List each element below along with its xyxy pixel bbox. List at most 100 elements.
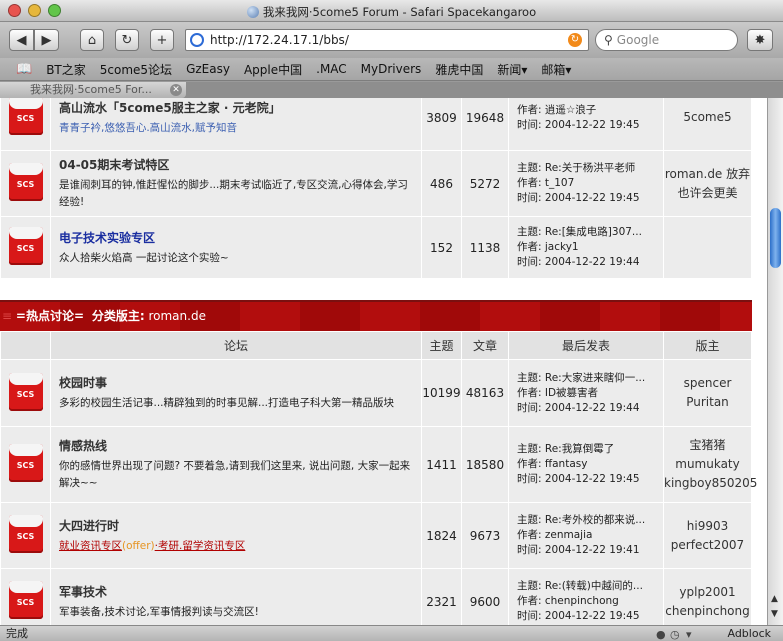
- bookmark-mail-menu[interactable]: 邮箱▾: [541, 61, 571, 78]
- address-bar[interactable]: http://172.24.17.1/bbs/ ↻: [185, 29, 589, 51]
- adblock-label[interactable]: Adblock: [727, 626, 771, 641]
- last-post-author[interactable]: 作者: t_107: [517, 176, 663, 191]
- table-row: SCS 电子技术实验专区 众人拾柴火焰高 一起讨论这个实验~ 152 1138 …: [0, 216, 752, 279]
- forum-icon[interactable]: SCS: [8, 515, 43, 553]
- forum-icon[interactable]: SCS: [8, 372, 43, 411]
- reload-button[interactable]: ↻: [115, 29, 139, 51]
- bookmarks-book-icon[interactable]: 📖: [16, 62, 32, 77]
- last-post-cell: 主题: Re:我算倒霉了 作者: ffantasy 时间: 2004-12-22…: [508, 426, 664, 503]
- bug-report-button[interactable]: ✸: [747, 29, 773, 51]
- forum-icon[interactable]: SCS: [8, 98, 43, 135]
- bookmark-news-menu[interactable]: 新闻▾: [497, 61, 527, 78]
- moderator-link[interactable]: chenpinchong: [664, 602, 751, 621]
- vertical-scrollbar[interactable]: ▲ ▼: [767, 98, 783, 625]
- job-info-link[interactable]: 就业资讯专区: [59, 540, 122, 552]
- forum-icon[interactable]: SCS: [8, 581, 43, 619]
- bookmark-bt[interactable]: BT之家: [46, 61, 86, 78]
- forum-name[interactable]: 04-05期末考试特区: [59, 156, 413, 173]
- forum-icon-text: SCS: [16, 180, 35, 189]
- forum-main-cell: 电子技术实验专区 众人拾柴火焰高 一起讨论这个实验~: [50, 216, 422, 279]
- study-abroad-link[interactable]: ·考研.留学资讯专区: [155, 540, 246, 552]
- last-post-topic[interactable]: 主题: Re:大家进来瞎仰一...: [517, 371, 663, 386]
- bookmark-mac[interactable]: .MAC: [316, 62, 347, 76]
- last-post-author[interactable]: 作者: chenpinchong: [517, 594, 663, 609]
- forum-description: 就业资讯专区(offer)·考研.留学资讯专区: [59, 538, 413, 555]
- last-post-topic[interactable]: 主题: Re:关于杨洪平老师: [517, 161, 663, 176]
- bookmark-5come5[interactable]: 5come5论坛: [100, 61, 172, 78]
- add-bookmark-button[interactable]: +: [150, 29, 174, 51]
- bookmark-mydrivers[interactable]: MyDrivers: [361, 62, 422, 76]
- last-post-author[interactable]: 作者: jacky1: [517, 240, 663, 255]
- moderator-link[interactable]: mumukaty: [664, 455, 751, 474]
- home-button[interactable]: ⌂: [80, 29, 104, 51]
- header-forum: 论坛: [50, 331, 422, 360]
- forum-name[interactable]: 情感热线: [59, 437, 413, 454]
- moderator-cell: [663, 216, 752, 279]
- forum-icon-text: SCS: [16, 114, 35, 123]
- topic-count: 152: [421, 216, 462, 279]
- status-clock-icon: ◷: [670, 628, 680, 641]
- plus-icon: +: [156, 32, 168, 48]
- header-posts: 文章: [461, 331, 509, 360]
- forum-icon[interactable]: SCS: [8, 227, 43, 265]
- reload-icon: ↻: [121, 32, 133, 48]
- forum-icon[interactable]: SCS: [8, 163, 43, 201]
- bookmark-gzeasy[interactable]: GzEasy: [186, 62, 230, 76]
- bookmark-apple-china[interactable]: Apple中国: [244, 61, 302, 78]
- close-tab-icon[interactable]: ✕: [170, 84, 182, 96]
- moderator-link[interactable]: perfect2007: [664, 536, 751, 555]
- moderator-link[interactable]: 宝猪猪: [664, 436, 751, 455]
- forum-description: 众人拾柴火焰高 一起讨论这个实验~: [59, 251, 229, 264]
- forum-name[interactable]: 大四进行时: [59, 517, 413, 534]
- post-count: 19648: [461, 98, 509, 151]
- back-button[interactable]: ◀: [9, 29, 34, 51]
- post-count: 1138: [461, 216, 509, 279]
- moderator-link[interactable]: yplp2001: [664, 583, 751, 602]
- forward-button[interactable]: ▶: [34, 29, 59, 51]
- back-arrow-icon: ◀: [16, 32, 27, 48]
- forum-name[interactable]: 校园时事: [59, 374, 413, 391]
- bookmark-yahoo-china[interactable]: 雅虎中国: [435, 61, 483, 78]
- moderator-cell: 宝猪猪 mumukaty kingboy850205: [663, 426, 757, 503]
- forum-name[interactable]: 军事技术: [59, 583, 413, 600]
- forum-icon-cell: SCS: [0, 568, 51, 625]
- header-topics: 主题: [421, 331, 462, 360]
- forum-description: 青青子衿,悠悠吾心.高山流水,赋予知音: [59, 121, 238, 134]
- forum-icon-cell: SCS: [0, 98, 51, 151]
- post-count: 18580: [461, 426, 509, 503]
- tab-5come5[interactable]: 我来我网·5come5 For... ✕: [0, 82, 186, 98]
- header-moderators: 版主: [663, 331, 752, 360]
- last-post-author[interactable]: 作者: zenmajia: [517, 528, 663, 543]
- forum-name[interactable]: 电子技术实验专区: [59, 229, 413, 246]
- forum-icon-text: SCS: [16, 461, 35, 470]
- forum-name[interactable]: 高山流水「5come5服主之家 · 元老院」: [59, 99, 413, 116]
- table-row: SCS 高山流水「5come5服主之家 · 元老院」 青青子衿,悠悠吾心.高山流…: [0, 98, 752, 151]
- last-post-topic[interactable]: 主题: Re:[集成电路]307...: [517, 225, 663, 240]
- status-menu-icon[interactable]: ▾: [686, 627, 692, 641]
- scroll-down-arrow-icon[interactable]: ▼: [771, 609, 778, 619]
- moderator-link[interactable]: kingboy850205: [664, 474, 757, 493]
- last-post-author[interactable]: 作者: ID被篡害者: [517, 386, 663, 401]
- last-post-author[interactable]: 作者: 逍遥☆浪子: [517, 103, 663, 118]
- forum-icon[interactable]: SCS: [8, 444, 43, 482]
- moderator-link[interactable]: 5come5: [664, 108, 751, 127]
- search-field[interactable]: ⚲ Google: [595, 29, 738, 51]
- last-post-topic[interactable]: 主题: Re:我算倒霉了: [517, 442, 663, 457]
- last-post-author[interactable]: 作者: ffantasy: [517, 457, 663, 472]
- last-post-topic[interactable]: 主题: Re:(转载)中越间的...: [517, 579, 663, 594]
- menu-lines-icon: ≡: [2, 309, 13, 323]
- offer-link[interactable]: (offer): [122, 540, 155, 552]
- moderator-link[interactable]: Puritan: [664, 393, 751, 412]
- moderator-link[interactable]: spencer: [664, 374, 751, 393]
- window-title: 我来我网·5come5 Forum - Safari Spacekangaroo: [0, 4, 783, 20]
- header-icon-col: [0, 331, 51, 360]
- scroll-up-arrow-icon[interactable]: ▲: [771, 594, 778, 604]
- forum-main-cell: 校园时事 多彩的校园生活记事...精辟独到的时事见解...打造电子科大第一精品版…: [50, 359, 422, 427]
- section-moderator-link[interactable]: roman.de: [148, 309, 205, 323]
- last-post-topic[interactable]: 主题: Re:考外校的都来说...: [517, 513, 663, 528]
- moderator-link[interactable]: hi9903: [664, 517, 751, 536]
- rss-icon[interactable]: ↻: [568, 33, 582, 47]
- last-post-cell: 作者: 逍遥☆浪子 时间: 2004-12-22 19:45: [508, 98, 664, 151]
- moderator-link[interactable]: roman.de 放弃也许会更美: [664, 165, 751, 203]
- scrollbar-thumb[interactable]: [770, 208, 781, 268]
